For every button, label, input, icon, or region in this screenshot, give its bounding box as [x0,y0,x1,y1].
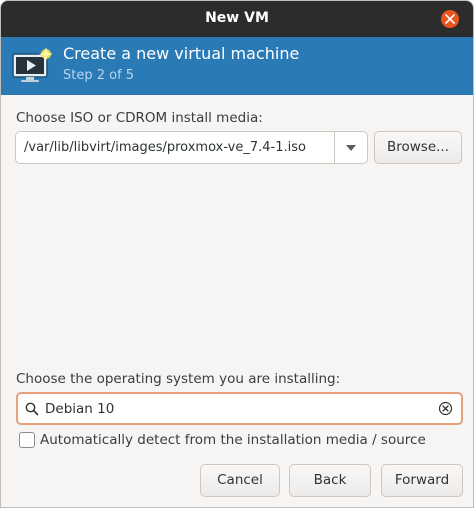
close-icon [445,14,455,24]
os-search-value[interactable]: Debian 10 [45,401,114,417]
title-bar: New VM [1,1,473,37]
close-button[interactable] [441,10,459,28]
chevron-down-icon[interactable] [346,145,356,151]
clear-icon[interactable] [438,401,453,416]
wizard-title: Create a new virtual machine [63,44,300,63]
auto-detect-checkbox[interactable] [19,432,35,448]
browse-button[interactable]: Browse... [374,131,462,164]
back-button[interactable]: Back [289,464,371,497]
auto-detect-label[interactable]: Automatically detect from the installati… [40,432,426,448]
search-icon [25,402,39,416]
forward-button[interactable]: Forward [381,464,463,497]
new-virtual-machine-icon [12,47,53,82]
wizard-step: Step 2 of 5 [63,68,135,83]
new-vm-dialog: New VM Create a new virtual machine Step… [0,0,474,508]
os-label: Choose the operating system you are inst… [16,371,341,387]
install-media-path[interactable]: /var/lib/libvirt/images/proxmox-ve_7.4-1… [24,140,306,155]
cancel-button[interactable]: Cancel [200,464,280,497]
combo-separator [334,132,335,163]
install-media-label: Choose ISO or CDROM install media: [16,110,263,126]
os-search-field[interactable]: Debian 10 [16,392,463,425]
install-media-combo[interactable]: /var/lib/libvirt/images/proxmox-ve_7.4-1… [15,131,368,164]
window-title: New VM [205,10,269,26]
wizard-header: Create a new virtual machine Step 2 of 5 [1,37,473,95]
